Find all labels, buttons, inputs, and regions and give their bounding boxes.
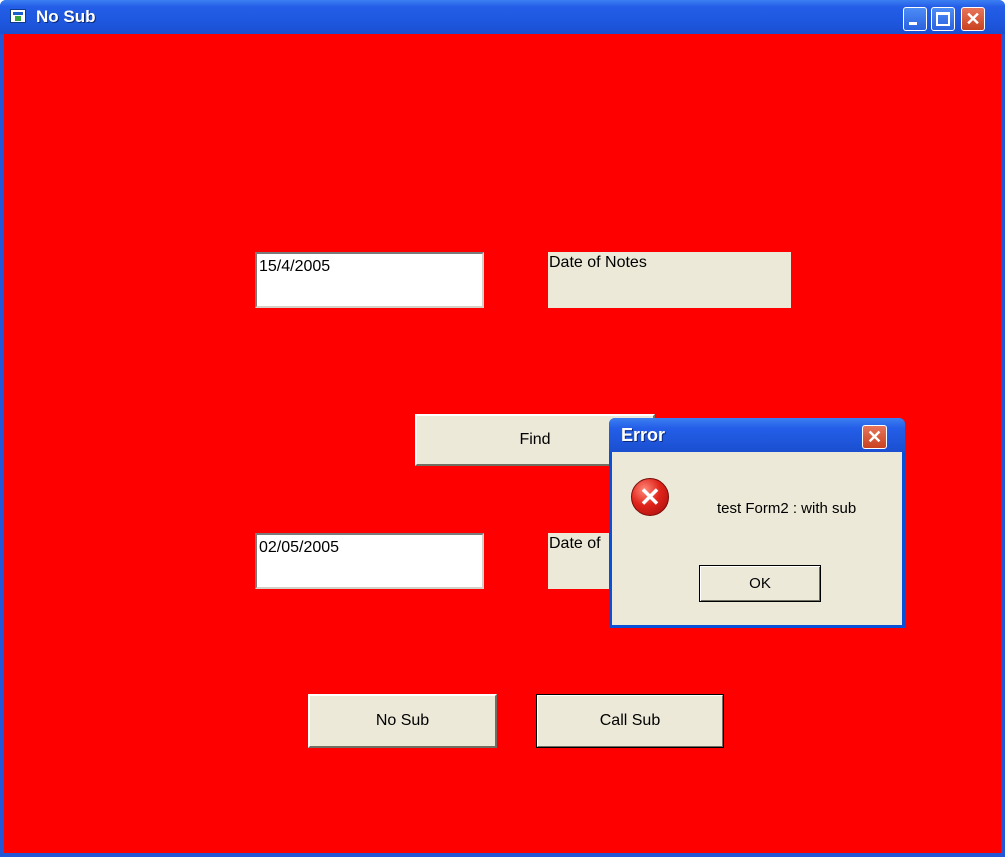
window-title: No Sub <box>36 7 96 26</box>
dialog-body: ✕ test Form2 : with sub OK <box>612 452 902 625</box>
maximize-icon[interactable] <box>931 7 955 31</box>
date-textbox-1[interactable]: 15/4/2005 <box>255 252 484 308</box>
minimize-icon[interactable] <box>903 7 927 31</box>
dialog-message: test Form2 : with sub <box>717 500 857 517</box>
date-of-notes-label: Date of Notes <box>548 252 791 308</box>
close-icon[interactable]: ✕ <box>961 7 985 31</box>
dialog-close-icon[interactable]: ✕ <box>862 425 887 449</box>
app-window-icon[interactable] <box>10 9 26 23</box>
ok-button[interactable]: OK <box>699 565 821 602</box>
error-icon: ✕ <box>631 478 669 516</box>
dialog-title-bar[interactable]: Error ✕ <box>609 418 905 452</box>
call-sub-button[interactable]: Call Sub <box>536 694 724 748</box>
error-dialog: Error ✕ ✕ test Form2 : with sub OK <box>609 418 905 628</box>
no-sub-button[interactable]: No Sub <box>308 694 497 748</box>
title-bar[interactable]: No Sub ✕ <box>0 0 1005 34</box>
date-textbox-2[interactable]: 02/05/2005 <box>255 533 484 589</box>
dialog-title: Error <box>621 425 666 445</box>
